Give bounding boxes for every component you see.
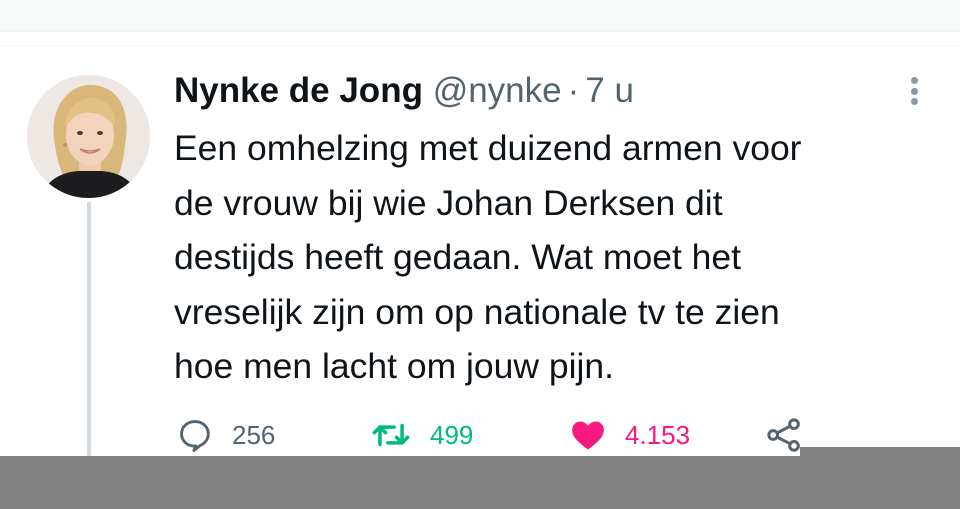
tweet-text-line: hoe men lacht om jouw pijn. — [174, 346, 615, 386]
tweet-time[interactable]: 7 u — [585, 71, 634, 110]
share-icon — [767, 418, 800, 452]
heart-icon — [572, 421, 604, 450]
tweet-top-border — [0, 46, 960, 47]
author-handle[interactable]: @nynke — [433, 71, 562, 110]
more-vertical-icon — [910, 98, 918, 105]
thread-line — [87, 202, 91, 457]
bottom-overlay-bar — [0, 456, 960, 509]
avatar-image — [27, 75, 150, 198]
reply-bubble-icon — [180, 420, 210, 452]
tweet-text-line: vreselijk zijn om op nationale tv te zie… — [174, 291, 780, 332]
top-strip — [0, 0, 960, 30]
tweet-text-line: Een omhelzing met duizend armen voor — [174, 128, 802, 168]
like-button[interactable]: 4.153 — [569, 412, 690, 458]
retweet-count: 499 — [430, 419, 474, 450]
retweet-icon — [372, 423, 410, 447]
top-divider — [0, 30, 960, 32]
more-vertical-icon — [910, 77, 918, 84]
avatar[interactable] — [27, 75, 150, 198]
tweet-header: Nynke de Jong @nynke · 7 u — [174, 69, 634, 113]
tweet-text-line: destijds heeft gedaan. Wat moet het — [174, 237, 742, 277]
author-name[interactable]: Nynke de Jong — [174, 71, 423, 110]
like-count: 4.153 — [625, 419, 691, 450]
more-vertical-icon — [910, 87, 918, 95]
reply-button[interactable]: 256 — [176, 412, 275, 458]
separator-dot: · — [567, 71, 580, 110]
reply-count: 256 — [232, 419, 276, 450]
tweet-actions: 256 499 4.153 — [174, 412, 814, 458]
tweet-text-line: de vrouw bij wie Johan Derksen dit — [174, 182, 723, 223]
share-button[interactable] — [764, 412, 804, 458]
more-options-button[interactable] — [902, 72, 926, 110]
retweet-button[interactable]: 499 — [370, 412, 473, 458]
tweet-text: Een omhelzing met duizend armen voor de … — [174, 121, 904, 394]
